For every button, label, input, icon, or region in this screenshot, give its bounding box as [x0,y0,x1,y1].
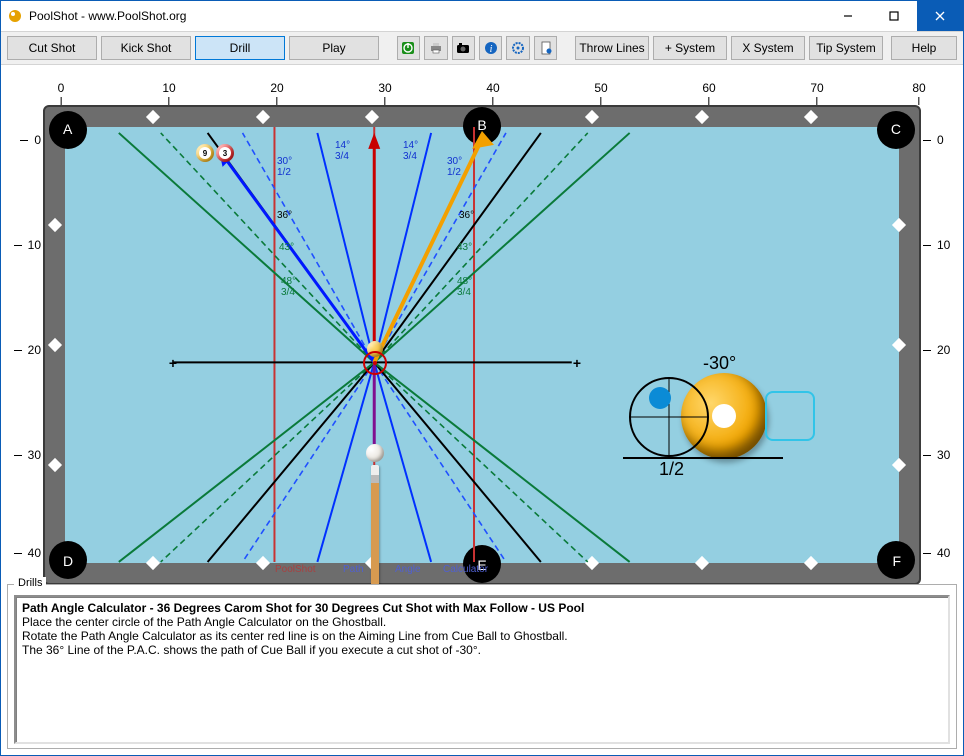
angle-label: 14°3/4 [335,141,350,162]
angle-label: 48°3/4 [457,277,472,298]
drill-line: The 36° Line of the P.A.C. shows the pat… [22,643,481,657]
drill-line: Place the center circle of the Path Angl… [22,615,386,629]
camera-icon[interactable] [452,36,475,60]
app-icon [7,8,23,24]
inset-tip-contact [649,387,671,409]
help-button[interactable]: Help [891,36,957,60]
cut-shot-inset: -30° 1/2 [603,335,803,495]
angle-label: 48°3/4 [281,277,296,298]
toolbar: Cut Shot Kick Shot Drill Play i Throw Li… [1,32,963,65]
three-ball[interactable]: 3 [216,144,234,162]
tip-system-button[interactable]: Tip System [809,36,883,60]
nine-ball[interactable]: 9 [196,144,214,162]
document-icon[interactable] [534,36,557,60]
x-system-button[interactable]: X System [731,36,805,60]
throw-lines-button[interactable]: Throw Lines [575,36,649,60]
cue-ball[interactable] [366,444,384,462]
power-icon[interactable] [397,36,420,60]
inset-cue-ball [629,377,709,457]
pool-table[interactable]: A B C D E F [43,105,921,585]
angle-label: 14°3/4 [403,141,418,162]
plus-system-button[interactable]: + System [653,36,727,60]
watermark: Calculator [443,565,488,576]
app-window: PoolShot - www.PoolShot.org Cut Shot Kic… [0,0,964,756]
inset-half: 1/2 [659,459,684,480]
maximize-button[interactable] [871,1,917,31]
drill-title: Path Angle Calculator - 36 Degrees Carom… [22,601,584,615]
inset-cue-outline [765,391,815,441]
content-area: 0 10 20 30 40 50 60 70 80 0 10 20 30 40 … [1,65,963,755]
cut-shot-button[interactable]: Cut Shot [7,36,97,60]
info-icon[interactable]: i [479,36,502,60]
watermark: PoolShot [275,565,316,576]
drills-panel: Drills Path Angle Calculator - 36 Degree… [7,584,957,749]
ruler-top: 0 10 20 30 40 50 60 70 80 [1,65,963,105]
drill-description[interactable]: Path Angle Calculator - 36 Degrees Carom… [14,595,950,744]
drill-line: Rotate the Path Angle Calculator as its … [22,629,568,643]
drill-button[interactable]: Drill [195,36,285,60]
window-buttons [825,1,963,31]
close-button[interactable] [917,1,963,31]
inset-baseline [623,457,783,459]
angle-label: 30°1/2 [277,157,292,178]
angle-label: 36° [277,211,292,222]
titlebar: PoolShot - www.PoolShot.org [1,1,963,32]
minimize-button[interactable] [825,1,871,31]
angle-label: 43° [457,243,472,254]
ghost-ball[interactable] [363,351,387,375]
inset-angle: -30° [703,353,736,374]
svg-text:i: i [489,44,492,55]
plus-mark: + [573,355,581,371]
watermark: Path [343,565,364,576]
angle-label: 43° [279,243,294,254]
print-icon[interactable] [424,36,447,60]
kick-shot-button[interactable]: Kick Shot [101,36,191,60]
drills-fieldset: Drills Path Angle Calculator - 36 Degree… [7,584,957,749]
window-title: PoolShot - www.PoolShot.org [29,9,825,23]
gear-icon[interactable] [506,36,529,60]
drills-legend: Drills [14,577,46,589]
angle-label: 30°1/2 [447,157,462,178]
angle-label: 36° [459,211,474,222]
play-button[interactable]: Play [289,36,379,60]
watermark: Angle [395,565,421,576]
plus-mark: + [169,355,177,371]
